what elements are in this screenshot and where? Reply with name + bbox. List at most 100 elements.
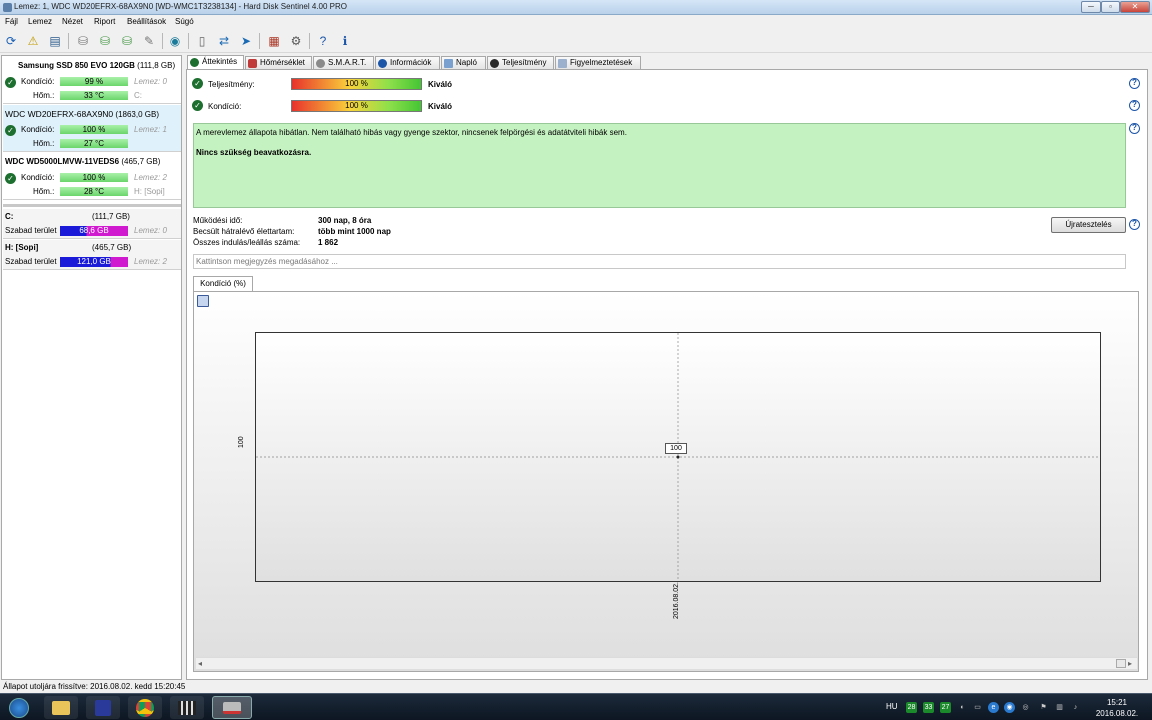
taskbar-hd-sentinel[interactable]: [212, 696, 252, 719]
disk-list-panel: Samsung SSD 850 EVO 120GB (111,8 GB) ✓ K…: [1, 55, 182, 680]
language-indicator[interactable]: HU: [886, 702, 898, 711]
free-space-label: Szabad terület: [5, 257, 57, 266]
tab-log[interactable]: Napló: [441, 56, 486, 69]
status-message: A merevlemez állapota hibátlan. Nem talá…: [196, 128, 627, 137]
menu-settings[interactable]: Beállítások: [127, 17, 166, 26]
tray-icon[interactable]: e: [988, 702, 999, 713]
note-field[interactable]: Kattintson megjegyzés megadásához ...: [193, 254, 1126, 269]
check-icon: ✓: [5, 125, 16, 136]
horizontal-scrollbar[interactable]: ◂ ▸: [196, 657, 1137, 669]
toolbar-separator: [68, 33, 69, 49]
temp-tray-3[interactable]: 27: [940, 702, 951, 713]
x-tick-label: 2016.08.02.: [673, 582, 680, 619]
menu-report[interactable]: Riport: [94, 17, 115, 26]
drive-check-icon[interactable]: ⛁: [96, 32, 114, 50]
action-message: Nincs szükség beavatkozásra.: [196, 148, 312, 157]
flag-icon[interactable]: ⚑: [1038, 702, 1049, 713]
temperature-label: Hőm.:: [33, 187, 55, 196]
volume-item[interactable]: H: [Sopi] (465,7 GB) Szabad terület 121,…: [3, 240, 181, 270]
alerts-icon: [558, 59, 567, 68]
clapper-icon: [178, 700, 196, 715]
tab-temperature[interactable]: Hőmérséklet: [245, 56, 312, 69]
toolbar-separator: [309, 33, 310, 49]
help-icon[interactable]: ?: [1129, 219, 1140, 230]
tab-information[interactable]: Információk: [375, 56, 440, 69]
network-icon[interactable]: ▥: [1054, 702, 1065, 713]
settings-icon[interactable]: ⚙: [287, 32, 305, 50]
help-icon[interactable]: ?: [1129, 78, 1140, 89]
status-message-box: A merevlemez állapota hibátlan. Nem talá…: [193, 123, 1126, 208]
drive-tool-icon[interactable]: ✎: [140, 32, 158, 50]
tab-alerts[interactable]: Figyelmeztetések: [555, 56, 641, 69]
start-button[interactable]: [2, 696, 36, 719]
scroll-thumb[interactable]: [1116, 659, 1126, 668]
tray-icon[interactable]: ◎: [1020, 702, 1031, 713]
menu-help[interactable]: Súgó: [175, 17, 194, 26]
help-icon[interactable]: ?: [1129, 100, 1140, 111]
clock-date[interactable]: 2016.08.02.: [1091, 709, 1143, 718]
volume-size: (111,7 GB): [92, 212, 130, 221]
sync-icon[interactable]: ⇄: [215, 32, 233, 50]
condition-label: Kondíció:: [21, 173, 55, 182]
temperature-label: Hőm.:: [33, 139, 55, 148]
taskbar-media[interactable]: [170, 696, 204, 719]
status-bar: Állapot utoljára frissítve: 2016.08.02. …: [0, 681, 1152, 693]
temperature-label: Hőm.:: [33, 91, 55, 100]
minimize-button[interactable]: ─: [1081, 1, 1101, 13]
free-space-bar: 121,0 GB: [60, 257, 128, 267]
tab-smart[interactable]: S.M.A.R.T.: [313, 56, 374, 69]
taskbar: HU 28 33 27 ◐ ▭ e ◉ ◎ ⚑ ▥ ♪ 15:21 2016.0…: [0, 693, 1152, 720]
tab-overview[interactable]: Áttekintés: [187, 55, 244, 70]
check-icon: ✓: [192, 100, 203, 111]
uptime-label: Működési idő:: [193, 216, 243, 225]
lifetime-label: Becsült hátralévő élettartam:: [193, 227, 295, 236]
performance-icon: [490, 59, 499, 68]
disk-item[interactable]: Samsung SSD 850 EVO 120GB (111,8 GB) ✓ K…: [3, 57, 181, 104]
thermometer-icon: [248, 59, 257, 68]
disk-warning-icon[interactable]: ⚠: [24, 32, 42, 50]
send-icon[interactable]: ➤: [237, 32, 255, 50]
chart-area: 100 2016.08.02. 100 ◂ ▸: [193, 291, 1139, 672]
taskbar-chrome[interactable]: [128, 696, 162, 719]
y-tick-label: 100: [238, 436, 245, 448]
uptime-value: 300 nap, 8 óra: [318, 216, 372, 225]
disk-info-icon[interactable]: ▤: [46, 32, 64, 50]
clock-time[interactable]: 15:21: [1097, 698, 1137, 707]
tray-icon[interactable]: ◐: [957, 702, 968, 713]
scroll-left-icon[interactable]: ◂: [198, 659, 202, 668]
tray-icon[interactable]: ◉: [1004, 702, 1015, 713]
taskbar-explorer[interactable]: [44, 696, 78, 719]
volume-icon[interactable]: ♪: [1070, 702, 1081, 713]
close-button[interactable]: ✕: [1120, 1, 1150, 13]
report-icon[interactable]: ▯: [193, 32, 211, 50]
save-icon[interactable]: [197, 295, 209, 307]
temp-tray-2[interactable]: 33: [923, 702, 934, 713]
menu-disk[interactable]: Lemez: [28, 17, 52, 26]
info-icon[interactable]: ℹ: [336, 32, 354, 50]
help-icon[interactable]: ?: [1129, 123, 1140, 134]
temp-tray-1[interactable]: 28: [906, 702, 917, 713]
globe-icon[interactable]: ◉: [166, 32, 184, 50]
taskbar-save-app[interactable]: [86, 696, 120, 719]
refresh-icon[interactable]: ⟳: [2, 32, 20, 50]
starts-value: 1 862: [318, 238, 339, 247]
menu-view[interactable]: Nézet: [62, 17, 83, 26]
volume-item[interactable]: C: (111,7 GB) Szabad terület 68,6 GB Lem…: [3, 209, 181, 239]
drive-icon[interactable]: ⛁: [74, 32, 92, 50]
help-icon[interactable]: ?: [314, 32, 332, 50]
toolbar-separator: [162, 33, 163, 49]
temperature-bar: 27 °C: [60, 139, 128, 148]
disk-item-selected[interactable]: WDC WD20EFRX-68AX9N0 (1863,0 GB) ✓ Kondí…: [3, 105, 181, 152]
disk-item[interactable]: WDC WD5000LMVW-11VEDS6 (465,7 GB) ✓ Kond…: [3, 153, 181, 200]
tray-icon[interactable]: ▭: [972, 702, 983, 713]
scroll-right-icon[interactable]: ▸: [1128, 659, 1132, 668]
retest-button[interactable]: Újratesztelés: [1051, 217, 1126, 233]
tab-performance[interactable]: Teljesítmény: [487, 56, 554, 69]
overview-page: ✓ Teljesítmény: 100 % Kiváló ? ✓ Kondíci…: [186, 69, 1148, 680]
condition-bar: 100 %: [60, 125, 128, 134]
chart-tab-condition[interactable]: Kondíció (%): [193, 276, 253, 291]
maximize-button[interactable]: ▫: [1101, 1, 1120, 13]
drive-reset-icon[interactable]: ⛁: [118, 32, 136, 50]
benchmark-icon[interactable]: ▦: [265, 32, 283, 50]
menu-file[interactable]: Fájl: [5, 17, 18, 26]
